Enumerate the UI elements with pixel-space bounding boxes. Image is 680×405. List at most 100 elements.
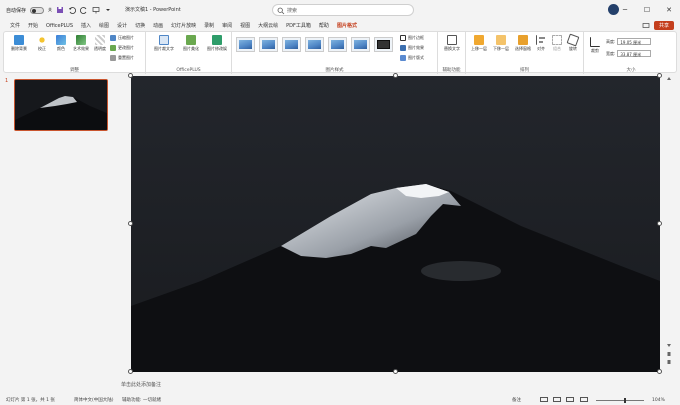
crop-button[interactable]: 裁剪 <box>588 37 602 53</box>
comments-icon[interactable] <box>642 22 650 30</box>
slide-sorter-icon[interactable] <box>553 397 561 402</box>
reading-view-icon[interactable] <box>566 397 574 402</box>
artistic-effects-button[interactable]: 艺术效果 <box>71 35 91 51</box>
normal-view-icon[interactable] <box>540 397 548 402</box>
picture-border-icon <box>400 35 406 41</box>
notes-button[interactable]: 备注 <box>512 397 521 403</box>
notes-placeholder[interactable]: 单击此处添加备注 <box>121 381 161 388</box>
group-arrange: 上移一层 下移一层 选择窗格 对齐 组合 旋转 排列 <box>466 32 584 74</box>
picture-text-label: 图片裁文字 <box>154 46 174 51</box>
width-input[interactable]: 33.87 厘米 <box>617 50 652 57</box>
slide-number: 1 <box>5 78 9 84</box>
remove-background-icon <box>14 35 24 45</box>
share-button[interactable]: 共享 <box>653 21 674 30</box>
color-label: 颜色 <box>57 46 65 51</box>
group-button[interactable]: 组合 <box>550 35 564 51</box>
present-icon[interactable] <box>92 6 100 14</box>
vertical-scrollbar[interactable] <box>666 76 672 372</box>
color-button[interactable]: 颜色 <box>53 35 69 51</box>
picture-style-option[interactable] <box>374 37 393 52</box>
accessibility-status[interactable]: 辅助功能: 一切就绪 <box>122 397 161 403</box>
picture-border-button[interactable]: 图片边框 <box>400 35 424 41</box>
group-officeplus: 图片裁文字 图片美化 图片修改娱 OfficePLUS <box>146 32 232 74</box>
search-box[interactable]: 搜索 <box>272 4 414 16</box>
minimize-icon[interactable]: ─ <box>614 6 636 14</box>
transparency-button[interactable]: 透明度 <box>93 35 107 51</box>
alt-text-button[interactable]: 替换文字 <box>442 35 462 51</box>
picture-border-label: 图片边框 <box>408 35 424 40</box>
resize-handle[interactable] <box>128 73 133 78</box>
picture-text-button[interactable]: 图片裁文字 <box>151 35 177 51</box>
autosave-toggle[interactable] <box>30 6 45 14</box>
tabs-right-actions: 共享 <box>642 21 674 30</box>
change-picture-button[interactable]: 更改图片 <box>110 45 134 51</box>
compress-pictures-button[interactable]: 压缩图片 <box>110 35 134 41</box>
selection-pane-label: 选择窗格 <box>515 46 531 51</box>
picture-effects-button[interactable]: 图片效果 <box>400 45 424 51</box>
resize-handle[interactable] <box>657 369 662 374</box>
picture-beautify-button[interactable]: 图片美化 <box>180 35 202 51</box>
color-icon <box>56 35 66 45</box>
slide-thumbnail[interactable] <box>14 79 108 131</box>
slideshow-icon[interactable] <box>580 397 588 402</box>
zoom-slider[interactable] <box>596 400 644 401</box>
reset-picture-button[interactable]: 重置图片 <box>110 55 134 61</box>
resize-handle[interactable] <box>128 369 133 374</box>
language-status[interactable]: 简体中文(中国大陆) <box>74 397 114 403</box>
compress-icon <box>110 35 116 41</box>
zoom-slider-thumb[interactable] <box>624 398 626 403</box>
group-styles-label: 图片样式 <box>325 68 344 73</box>
save-icon[interactable] <box>56 6 64 14</box>
redo-icon[interactable] <box>80 6 88 14</box>
search-icon <box>277 7 285 15</box>
resize-handle[interactable] <box>128 221 133 226</box>
picture-layout-button[interactable]: 图片版式 <box>400 55 424 61</box>
autosave-state: 关 <box>48 7 53 12</box>
rotate-icon <box>566 33 580 47</box>
align-button[interactable]: 对齐 <box>534 35 548 51</box>
group-size: 裁剪 高度: 19.05 厘米 宽度: 33.87 厘米 大小 <box>584 32 678 74</box>
crop-label: 裁剪 <box>591 48 599 53</box>
resize-handle[interactable] <box>393 369 398 374</box>
picture-fix-icon <box>212 35 222 45</box>
send-backward-icon <box>496 35 506 45</box>
picture-layout-icon <box>400 55 406 61</box>
reset-picture-icon <box>110 55 116 61</box>
corrections-button[interactable]: 校正 <box>34 35 50 51</box>
bring-forward-icon <box>474 35 484 45</box>
undo-icon[interactable] <box>68 6 76 14</box>
customize-qat-icon[interactable] <box>104 6 112 14</box>
group-icon <box>552 35 562 45</box>
remove-background-button[interactable]: 删除背景 <box>7 35 31 51</box>
send-backward-button[interactable]: 下移一层 <box>490 35 512 51</box>
selection-pane-button[interactable]: 选择窗格 <box>512 35 534 51</box>
height-input[interactable]: 19.05 厘米 <box>617 38 652 45</box>
picture-layout-label: 图片版式 <box>408 55 424 60</box>
bring-forward-button[interactable]: 上移一层 <box>468 35 490 51</box>
picture-fix-label: 图片修改娱 <box>207 46 227 51</box>
width-label: 宽度: <box>606 50 616 56</box>
sun-icon <box>37 35 47 45</box>
picture-style-option[interactable] <box>259 37 278 52</box>
picture-fix-button[interactable]: 图片修改娱 <box>204 35 230 51</box>
resize-handle[interactable] <box>657 73 662 78</box>
resize-handle[interactable] <box>657 221 662 226</box>
alt-text-icon <box>447 35 457 45</box>
picture-style-option[interactable] <box>236 37 255 52</box>
resize-handle[interactable] <box>393 73 398 78</box>
slide-canvas[interactable] <box>131 76 660 372</box>
corrections-label: 校正 <box>38 46 46 51</box>
picture-style-option[interactable] <box>305 37 324 52</box>
zoom-level[interactable]: 104% <box>652 398 665 403</box>
group-label: 组合 <box>553 46 561 51</box>
reset-picture-label: 重置图片 <box>118 55 134 60</box>
picture-style-option[interactable] <box>282 37 301 52</box>
close-icon[interactable]: ✕ <box>658 6 680 14</box>
picture-style-option[interactable] <box>351 37 370 52</box>
picture-beautify-icon <box>186 35 196 45</box>
alt-text-label: 替换文字 <box>444 46 460 51</box>
maximize-icon[interactable]: ☐ <box>636 6 658 14</box>
picture-style-option[interactable] <box>328 37 347 52</box>
transparency-label: 透明度 <box>94 46 106 51</box>
rotate-button[interactable]: 旋转 <box>566 33 580 51</box>
